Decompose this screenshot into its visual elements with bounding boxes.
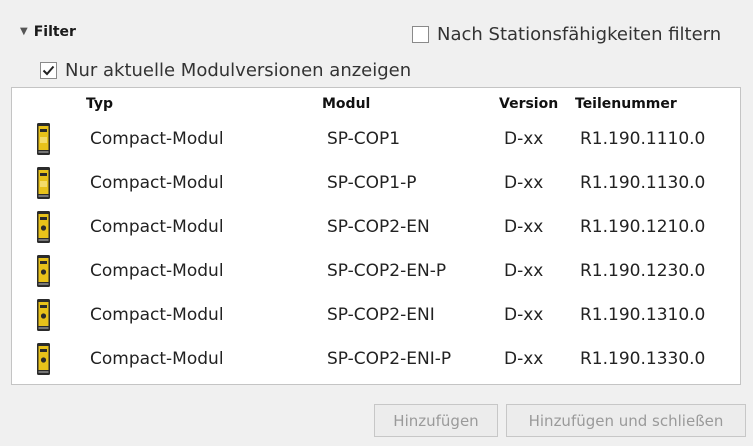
table-row[interactable]: Compact-Modul SP-COP2-ENI D-xx R1.190.1310.… (12, 293, 740, 337)
cell-modul: SP-COP2-ENI (327, 305, 435, 325)
table-row[interactable]: Compact-Modul SP-COP1-P D-xx R1.190.1130.0 (12, 161, 740, 205)
cell-version: D-xx (504, 217, 544, 237)
cell-typ: Compact-Modul (90, 217, 224, 237)
module-list[interactable]: Typ Modul Version Teilenummer Compact-Mo… (11, 87, 741, 385)
stations-filter-label: Nach Stationsfähigkeiten filtern (437, 24, 722, 45)
cell-version: D-xx (504, 173, 544, 193)
cell-modul: SP-COP2-ENI-P (327, 349, 452, 369)
compact-module-icon (37, 211, 50, 243)
cell-teilenummer: R1.190.1210.0 (580, 217, 706, 237)
table-row[interactable]: Compact-Modul SP-COP1 D-xx R1.190.1110.0 (12, 117, 740, 161)
current-versions-label: Nur aktuelle Modulversionen anzeigen (65, 60, 412, 81)
cell-typ: Compact-Modul (90, 305, 224, 325)
filter-label: Filter (33, 24, 76, 40)
cell-version: D-xx (504, 261, 544, 281)
cell-modul: SP-COP1 (327, 129, 401, 149)
current-versions-checkbox[interactable] (40, 62, 57, 79)
compact-module-icon (37, 167, 50, 199)
column-header-teilenummer[interactable]: Teilenummer (575, 96, 677, 112)
cell-teilenummer: R1.190.1130.0 (580, 173, 706, 193)
compact-module-icon (37, 299, 50, 331)
cell-teilenummer: R1.190.1310.0 (580, 305, 706, 325)
cell-version: D-xx (504, 349, 544, 369)
cell-typ: Compact-Modul (90, 129, 224, 149)
cell-version: D-xx (504, 129, 544, 149)
cell-modul: SP-COP2-EN (327, 217, 430, 237)
table-row[interactable]: Compact-Modul SP-COP2-ENI-P D-xx R1.190.133… (12, 337, 740, 381)
cell-teilenummer: R1.190.1110.0 (580, 129, 706, 149)
column-header-typ[interactable]: Typ (86, 96, 113, 112)
cell-modul: SP-COP2-EN-P (327, 261, 447, 281)
stations-filter-checkbox-row[interactable]: Nach Stationsfähigkeiten filtern (412, 24, 721, 45)
collapse-triangle-icon: ▼ (20, 26, 28, 37)
table-row[interactable]: Compact-Modul SP-COP2-EN-P D-xx R1.190.1230… (12, 249, 740, 293)
current-versions-checkbox-row[interactable]: Nur aktuelle Modulversionen anzeigen (40, 60, 411, 81)
cell-teilenummer: R1.190.1230.0 (580, 261, 706, 281)
compact-module-icon (37, 343, 50, 375)
add-and-close-button[interactable]: Hinzufügen und schließen (506, 404, 746, 437)
add-button[interactable]: Hinzufügen (374, 404, 498, 437)
compact-module-icon (37, 255, 50, 287)
cell-teilenummer: R1.190.1330.0 (580, 349, 706, 369)
column-header-version[interactable]: Version (499, 96, 558, 112)
checkmark-icon (42, 65, 55, 76)
cell-typ: Compact-Modul (90, 349, 224, 369)
cell-version: D-xx (504, 305, 544, 325)
cell-modul: SP-COP1-P (327, 173, 417, 193)
column-header-modul[interactable]: Modul (322, 96, 370, 112)
cell-typ: Compact-Modul (90, 261, 224, 281)
cell-typ: Compact-Modul (90, 173, 224, 193)
compact-module-icon (37, 123, 50, 155)
stations-filter-checkbox[interactable] (412, 26, 429, 43)
filter-expander[interactable]: ▼ Filter (20, 24, 76, 40)
table-row[interactable]: Compact-Modul SP-COP2-EN D-xx R1.190.1210.0 (12, 205, 740, 249)
list-header: Typ Modul Version Teilenummer (12, 96, 740, 116)
